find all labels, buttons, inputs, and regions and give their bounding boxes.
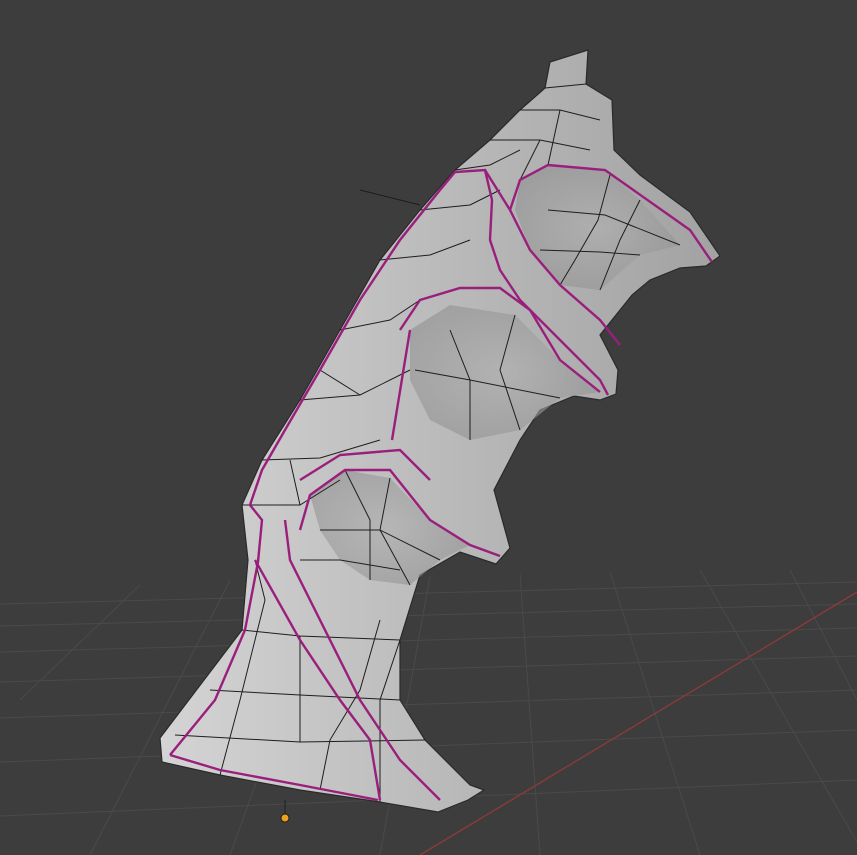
viewport-canvas[interactable] bbox=[0, 0, 857, 855]
x-axis-line bbox=[419, 591, 857, 855]
3d-viewport[interactable] bbox=[0, 0, 857, 855]
floor-grid bbox=[0, 569, 857, 855]
origin-point[interactable] bbox=[280, 813, 290, 823]
